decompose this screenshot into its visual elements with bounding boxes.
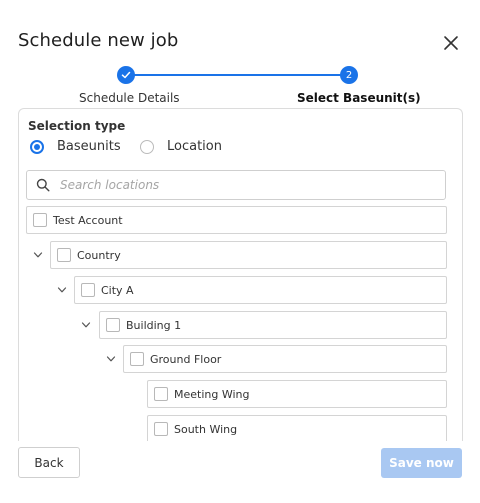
selection-panel: Selection type Baseunits Location Test A…	[18, 108, 463, 441]
step-label-select-baseunits: Select Baseunit(s)	[297, 91, 421, 105]
tree-node-country[interactable]: Country	[50, 241, 447, 269]
tree-node-building-1[interactable]: Building 1	[99, 311, 447, 339]
tree-checkbox[interactable]	[57, 248, 71, 262]
tree-node-label: Country	[77, 248, 121, 262]
tree-row: Building 1	[19, 311, 462, 339]
tree-checkbox[interactable]	[106, 318, 120, 332]
tree-row: Country	[19, 241, 462, 269]
tree-node-label: Building 1	[126, 318, 182, 332]
radio-label-location: Location	[167, 139, 222, 154]
search-icon	[36, 178, 50, 192]
tree-checkbox[interactable]	[154, 422, 168, 436]
chevron-down-icon[interactable]	[106, 354, 116, 364]
tree-node-city-a[interactable]: City A	[74, 276, 447, 304]
tree-row: Test Account	[19, 206, 462, 234]
search-box[interactable]	[26, 170, 446, 200]
tree-node-label: Ground Floor	[150, 352, 222, 366]
search-input[interactable]	[58, 177, 432, 193]
tree-node-south-wing[interactable]: South Wing	[147, 415, 447, 441]
tree-node-label: City A	[101, 283, 134, 297]
tree-row: Meeting Wing	[19, 380, 462, 408]
tree-row: Ground Floor	[19, 345, 462, 373]
step-number-badge: 2	[340, 66, 358, 84]
save-now-button[interactable]: Save now	[381, 448, 462, 478]
radio-location[interactable]: Location	[140, 139, 222, 154]
chevron-down-icon[interactable]	[57, 285, 67, 295]
dialog-title: Schedule new job	[18, 30, 179, 51]
tree-node-meeting-wing[interactable]: Meeting Wing	[147, 380, 447, 408]
tree-node-label: Meeting Wing	[174, 387, 250, 401]
tree-checkbox[interactable]	[130, 352, 144, 366]
stepper-connector	[134, 74, 342, 76]
step-completed-check-icon	[117, 66, 135, 84]
tree-node-test-account[interactable]: Test Account	[26, 206, 447, 234]
stepper: 2 Schedule Details Select Baseunit(s)	[0, 64, 480, 110]
radio-button-unchecked[interactable]	[140, 139, 154, 154]
radio-baseunits[interactable]: Baseunits	[30, 139, 121, 154]
radio-label-baseunits: Baseunits	[57, 139, 121, 154]
close-icon[interactable]	[440, 32, 462, 54]
tree-row: City A	[19, 276, 462, 304]
selection-type-heading: Selection type	[28, 119, 126, 133]
tree-node-label: South Wing	[174, 422, 238, 436]
tree-checkbox[interactable]	[154, 387, 168, 401]
tree-checkbox[interactable]	[33, 213, 47, 227]
tree-checkbox[interactable]	[81, 283, 95, 297]
tree-node-ground-floor[interactable]: Ground Floor	[123, 345, 447, 373]
step-label-schedule-details[interactable]: Schedule Details	[79, 91, 180, 105]
chevron-down-icon[interactable]	[81, 320, 91, 330]
back-button[interactable]: Back	[18, 447, 80, 478]
tree-node-label: Test Account	[53, 213, 123, 227]
tree-row: South Wing	[19, 415, 462, 441]
radio-button-checked[interactable]	[30, 139, 44, 154]
chevron-down-icon[interactable]	[33, 250, 43, 260]
